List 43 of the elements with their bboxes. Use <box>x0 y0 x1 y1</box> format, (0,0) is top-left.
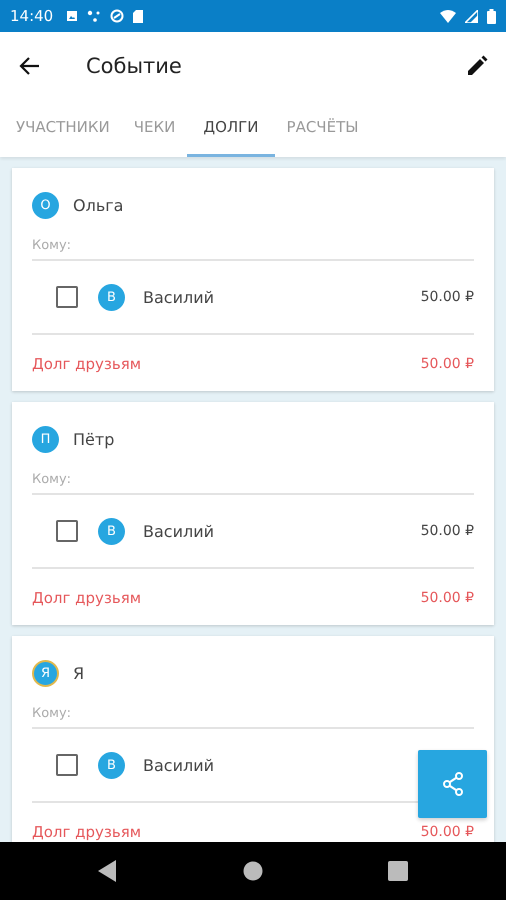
screen-title: Событие <box>86 54 183 78</box>
pencil-icon <box>466 55 488 77</box>
tab[interactable]: УЧАСТНИКИ <box>4 100 122 157</box>
back-nav-icon[interactable] <box>98 860 118 882</box>
checkbox[interactable] <box>56 520 78 542</box>
debt-total: 50.00 ₽ <box>420 590 474 606</box>
field-label: Кому: <box>32 238 72 253</box>
creditor-name: Василий <box>143 288 215 306</box>
avatar: В <box>98 518 125 544</box>
creditor-name: Василий <box>143 756 215 774</box>
share-button[interactable] <box>418 750 487 818</box>
image-icon <box>66 10 78 22</box>
amount: 50.00 ₽ <box>420 523 474 539</box>
avatar: П <box>32 426 59 453</box>
tab[interactable]: ДОЛГИ <box>187 100 275 157</box>
avatar: О <box>32 192 59 219</box>
amount: 50.00 ₽ <box>420 289 474 305</box>
debt-label: Долг друзьям <box>32 355 142 373</box>
checkbox[interactable] <box>56 286 78 308</box>
debtor-name: Я <box>73 664 84 683</box>
tab[interactable]: РАСЧЁТЫ <box>274 100 370 157</box>
signal-icon <box>465 10 478 22</box>
avatar: В <box>98 752 125 778</box>
sd-card-icon <box>133 10 144 22</box>
avatar: Я <box>32 660 59 687</box>
avatar: В <box>98 284 125 310</box>
share-icon <box>87 10 102 22</box>
debt-total: 50.00 ₽ <box>420 824 474 840</box>
tab[interactable]: ЧЕКИ <box>122 100 188 157</box>
field-label: Кому: <box>32 706 72 721</box>
back-arrow-icon <box>18 56 40 76</box>
checkbox[interactable] <box>56 754 78 776</box>
debt-label: Долг друзьям <box>32 823 142 841</box>
debt-total: 50.00 ₽ <box>420 356 474 372</box>
battery-icon <box>487 8 496 24</box>
debtor-name: Пётр <box>73 430 114 449</box>
debtor-name: Ольга <box>73 196 124 215</box>
field-label: Кому: <box>32 472 72 487</box>
debt-label: Долг друзьям <box>32 589 142 607</box>
wifi-icon <box>440 10 456 22</box>
status-time: 14:40 <box>10 7 54 25</box>
home-nav-icon[interactable] <box>243 861 263 881</box>
creditor-name: Василий <box>143 522 215 540</box>
